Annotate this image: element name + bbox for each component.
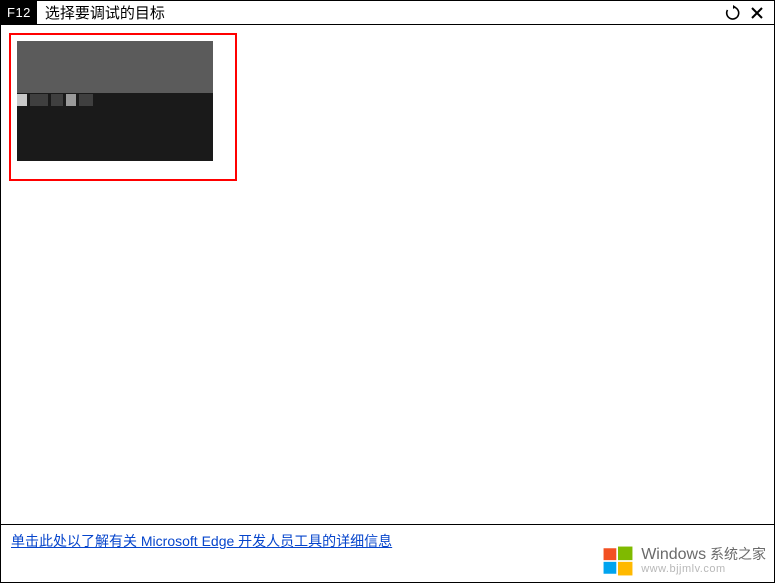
thumb-redacted-text <box>17 91 107 109</box>
devtools-chooser-window: F12 选择要调试的目标 <box>0 0 775 583</box>
refresh-button[interactable] <box>724 4 742 22</box>
debug-target-item[interactable] <box>9 33 237 181</box>
targets-area <box>1 25 774 524</box>
titlebar: F12 选择要调试的目标 <box>1 1 774 25</box>
footer: 单击此处以了解有关 Microsoft Edge 开发人员工具的详细信息 <box>1 524 774 582</box>
close-button[interactable] <box>748 4 766 22</box>
thumb-upper-region <box>17 41 213 93</box>
close-icon <box>750 6 764 20</box>
refresh-icon <box>725 5 741 21</box>
window-title: 选择要调试的目标 <box>45 2 724 23</box>
learn-more-link[interactable]: 单击此处以了解有关 Microsoft Edge 开发人员工具的详细信息 <box>11 533 392 549</box>
target-thumbnail <box>17 41 213 161</box>
f12-badge: F12 <box>1 1 37 24</box>
titlebar-actions <box>724 4 774 22</box>
